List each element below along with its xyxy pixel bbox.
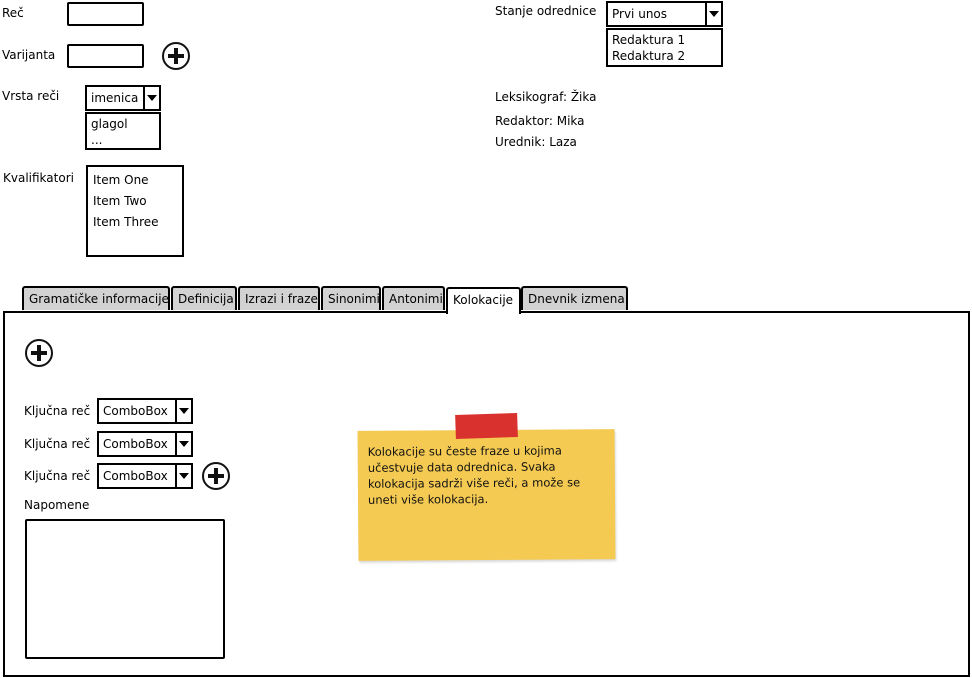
stanje-odrednice-label: Stanje odrednice xyxy=(495,4,597,18)
kljucna-rec-combobox[interactable]: ComboBox xyxy=(97,463,193,489)
stanje-option[interactable]: Redaktura 1 xyxy=(612,32,717,48)
list-item[interactable]: Item Two xyxy=(93,191,177,212)
chevron-down-icon[interactable] xyxy=(705,3,721,25)
rec-label: Reč xyxy=(2,6,24,20)
varijanta-input[interactable] xyxy=(67,44,144,68)
kljucna-rec-combobox[interactable]: ComboBox xyxy=(97,398,193,424)
stanje-odrednice-value: Prvi unos xyxy=(612,7,668,21)
stanje-odrednice-select[interactable]: Prvi unos xyxy=(606,1,723,27)
leksikograf-text: Leksikograf: Žika xyxy=(495,90,597,104)
chevron-down-icon[interactable] xyxy=(175,433,191,455)
stanje-odrednice-dropdown: Redaktura 1 Redaktura 2 xyxy=(606,28,723,67)
kljucna-rec-combobox[interactable]: ComboBox xyxy=(97,431,193,457)
sticky-note: Kolokacije su česte fraze u kojima učest… xyxy=(357,412,616,561)
napomene-textarea[interactable] xyxy=(25,519,225,659)
tab-kolokacije[interactable]: Kolokacije xyxy=(446,287,521,314)
redaktor-text: Redaktor: Mika xyxy=(495,114,585,128)
tab-gramaticke-informacije[interactable]: Gramatičke informacije xyxy=(22,286,170,310)
urednik-text: Urednik: Laza xyxy=(495,135,577,149)
tape xyxy=(455,412,518,440)
list-item[interactable]: Item Three xyxy=(93,212,177,233)
vrsta-reci-select[interactable]: imenica xyxy=(85,85,161,111)
combobox-value: ComboBox xyxy=(103,469,168,483)
kljucna-rec-label: Ključna reč xyxy=(24,469,91,483)
vrsta-reci-label: Vrsta reči xyxy=(2,89,60,103)
add-kljucna-rec-button[interactable] xyxy=(202,462,230,490)
add-kolokacija-button[interactable] xyxy=(25,339,53,367)
kvalifikatori-list[interactable]: Item One Item Two Item Three xyxy=(86,165,184,257)
tab-dnevnik-izmena[interactable]: Dnevnik izmena xyxy=(521,286,628,310)
tab-izrazi-i-fraze[interactable]: Izrazi i fraze xyxy=(238,286,320,310)
kvalifikatori-label: Kvalifikatori xyxy=(3,171,74,185)
napomene-label: Napomene xyxy=(24,498,90,512)
sticky-note-text: Kolokacije su česte fraze u kojima učest… xyxy=(367,443,581,507)
kljucna-rec-label: Ključna reč xyxy=(24,437,91,451)
chevron-down-icon[interactable] xyxy=(175,465,191,487)
vrsta-reci-option[interactable]: glagol xyxy=(91,116,155,132)
stanje-option[interactable]: Redaktura 2 xyxy=(612,48,717,64)
add-varijanta-button[interactable] xyxy=(162,42,190,70)
rec-input[interactable] xyxy=(67,2,144,26)
chevron-down-icon[interactable] xyxy=(175,400,191,422)
varijanta-label: Varijanta xyxy=(2,48,56,62)
kljucna-rec-label: Ključna reč xyxy=(24,404,91,418)
tab-definicija[interactable]: Definicija xyxy=(171,286,237,310)
vrsta-reci-value: imenica xyxy=(91,91,139,105)
vrsta-reci-dropdown: glagol ... xyxy=(85,112,161,150)
chevron-down-icon[interactable] xyxy=(143,87,159,109)
tab-antonimi[interactable]: Antonimi xyxy=(382,286,445,310)
vrsta-reci-option[interactable]: ... xyxy=(91,132,155,148)
combobox-value: ComboBox xyxy=(103,404,168,418)
tab-sinonimi[interactable]: Sinonimi xyxy=(321,286,381,310)
combobox-value: ComboBox xyxy=(103,437,168,451)
list-item[interactable]: Item One xyxy=(93,170,177,191)
